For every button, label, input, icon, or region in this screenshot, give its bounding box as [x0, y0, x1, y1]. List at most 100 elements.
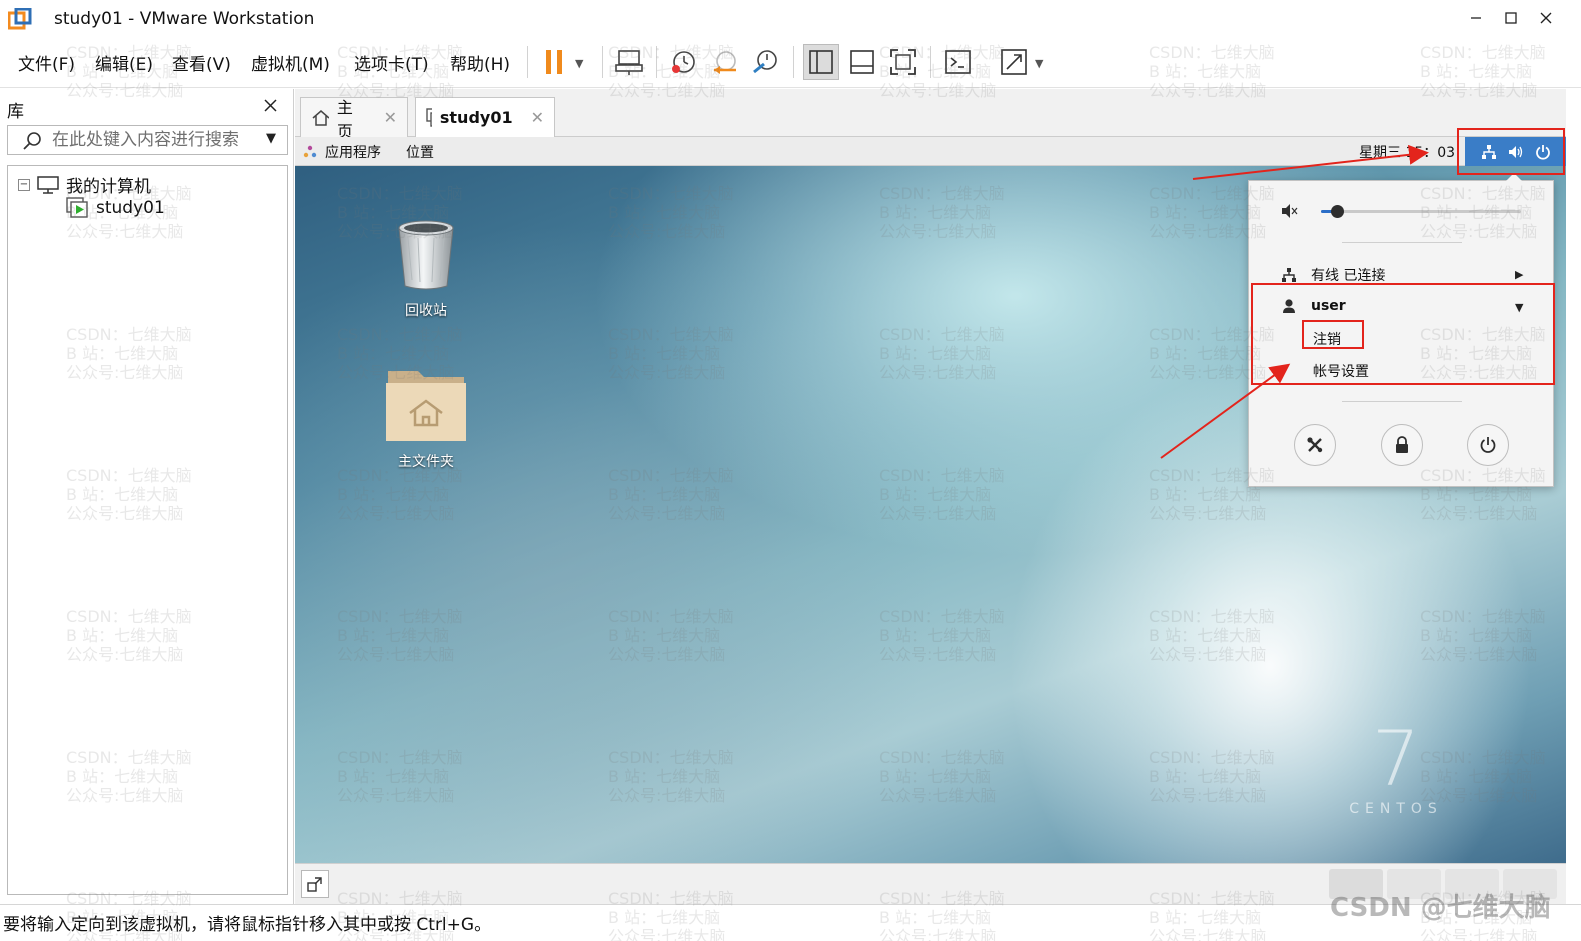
menu-divider [1342, 242, 1462, 243]
volume-slider-handle[interactable] [1331, 205, 1344, 218]
home-icon [312, 109, 329, 126]
revert-snapshot-button[interactable] [707, 44, 743, 80]
library-layout-icon [809, 50, 833, 74]
console-view-button[interactable] [940, 44, 976, 80]
stretch-view-button[interactable] [996, 44, 1032, 80]
title-bar: study01 - VMware Workstation [0, 0, 1581, 38]
power-off-button[interactable] [1467, 424, 1509, 466]
centos-logo: 7 CENTOS [1341, 714, 1451, 818]
computer-icon [37, 175, 59, 194]
tab-label: 主页 [336, 97, 353, 141]
guest-top-bar: 应用程序 位置 星期三 15：03 [295, 137, 1566, 166]
maximize-icon [1505, 12, 1517, 24]
library-title: 库 [7, 102, 24, 122]
revert-snapshot-icon [714, 51, 736, 74]
settings-button[interactable] [1294, 424, 1336, 466]
full-screen-button[interactable] [885, 44, 921, 80]
menu-file[interactable]: 文件(F) [18, 50, 75, 75]
tree-item-label: study01 [96, 198, 165, 218]
tree-item-my-computer[interactable]: − 我的计算机 [18, 172, 151, 197]
toolbar-separator [527, 46, 528, 78]
search-dropdown-icon[interactable]: ▼ [266, 131, 276, 146]
stretch-icon [1001, 49, 1027, 75]
menu-divider [1342, 401, 1462, 402]
desktop-trash[interactable]: 回收站 [371, 216, 481, 320]
library-search: ▼ [7, 125, 288, 155]
guest-places-menu[interactable]: 位置 [406, 142, 434, 162]
wired-network-icon [1282, 268, 1296, 282]
menu-help[interactable]: 帮助(H) [450, 50, 510, 75]
menu-view[interactable]: 查看(V) [172, 50, 231, 75]
tab-label: study01 [439, 108, 513, 127]
thumbnail-bar-button[interactable] [844, 44, 880, 80]
volume-row [1281, 201, 1531, 221]
pause-icon [546, 50, 562, 74]
pause-button[interactable] [536, 44, 572, 80]
library-tree: − 我的计算机 study01 [7, 165, 288, 895]
vmware-logo-icon [8, 8, 32, 30]
pause-dropdown-icon[interactable]: ▼ [575, 57, 583, 70]
close-window-button[interactable] [1533, 6, 1559, 32]
vm-running-icon [426, 107, 432, 127]
menu-edit[interactable]: 编辑(E) [95, 50, 153, 75]
search-icon [23, 132, 41, 150]
library-panel: 库 ▼ − 我的计算机 study01 [0, 89, 294, 904]
send-ctrl-alt-del-button[interactable] [611, 44, 647, 80]
desktop-icon-label: 回收站 [405, 303, 447, 319]
menu-toolbar: 文件(F) 编辑(E) 查看(V) 虚拟机(M) 选项卡(T) 帮助(H) ▼ … [0, 38, 1581, 88]
show-library-button[interactable] [803, 44, 839, 80]
tree-item-study01[interactable]: study01 [66, 197, 165, 219]
tab-close-icon[interactable]: ✕ [531, 108, 544, 127]
minimize-button[interactable] [1463, 6, 1489, 32]
annotation-box-status-area [1457, 128, 1565, 175]
volume-muted-icon [1282, 204, 1298, 218]
guest-applications-menu[interactable]: 应用程序 [325, 142, 381, 162]
toolbar-separator [656, 46, 657, 78]
fullscreen-icon [890, 49, 916, 75]
stretch-dropdown-icon[interactable]: ▼ [1035, 57, 1043, 70]
snapshot-manager-icon [753, 50, 777, 74]
tab-bar: 主页 ✕ study01 ✕ [295, 89, 1566, 141]
vm-running-icon [66, 197, 88, 218]
home-folder-icon [386, 371, 466, 441]
minimize-icon [1471, 17, 1481, 19]
console-icon [945, 50, 971, 74]
fit-window-icon [307, 877, 322, 892]
close-icon [1540, 12, 1552, 24]
fit-guest-button[interactable] [301, 870, 329, 898]
vm-screen[interactable]: 应用程序 位置 星期三 15：03 回收站 主文件夹 7 CENTOS 有线 已… [295, 137, 1566, 863]
gnome-apps-icon [303, 145, 317, 158]
window-title: study01 - VMware Workstation [54, 9, 315, 29]
guest-clock[interactable]: 星期三 15：03 [1359, 142, 1455, 162]
tab-close-icon[interactable]: ✕ [384, 108, 397, 127]
tree-item-label: 我的计算机 [66, 177, 151, 197]
lock-button[interactable] [1381, 424, 1423, 466]
power-icon [1480, 437, 1496, 453]
annotation-box-user-section [1251, 283, 1555, 385]
snapshot-manager-button[interactable] [748, 44, 784, 80]
centos-version: 7 [1371, 714, 1421, 803]
take-snapshot-button[interactable] [665, 44, 701, 80]
lock-icon [1396, 436, 1408, 453]
volume-slider-track[interactable] [1321, 210, 1521, 213]
network-submenu-arrow-icon: ▶ [1515, 268, 1524, 281]
corner-watermark: CSDN @七维大脑 [1330, 893, 1551, 923]
menu-tabs[interactable]: 选项卡(T) [354, 50, 429, 75]
desktop-icon-label: 主文件夹 [398, 454, 454, 470]
library-search-input[interactable] [52, 130, 252, 150]
snapshot-icon [672, 51, 695, 73]
thumbnail-layout-icon [850, 50, 874, 74]
desktop-home-folder[interactable]: 主文件夹 [371, 361, 481, 471]
network-item[interactable]: 有线 已连接 [1281, 265, 1385, 285]
close-icon [264, 99, 277, 112]
toolbar-separator [602, 46, 603, 78]
library-close-button[interactable] [264, 95, 277, 117]
status-message: 要将输入定向到该虚拟机，请将鼠标指针移入其中或按 Ctrl+G。 [3, 915, 492, 935]
collapse-icon[interactable]: − [18, 178, 30, 191]
maximize-button[interactable] [1498, 6, 1524, 32]
tab-study01[interactable]: study01 ✕ [415, 97, 555, 137]
centos-name: CENTOS [1349, 801, 1443, 817]
annotation-box-logout [1302, 320, 1364, 349]
menu-vm[interactable]: 虚拟机(M) [251, 50, 330, 75]
tab-home[interactable]: 主页 ✕ [300, 97, 408, 141]
